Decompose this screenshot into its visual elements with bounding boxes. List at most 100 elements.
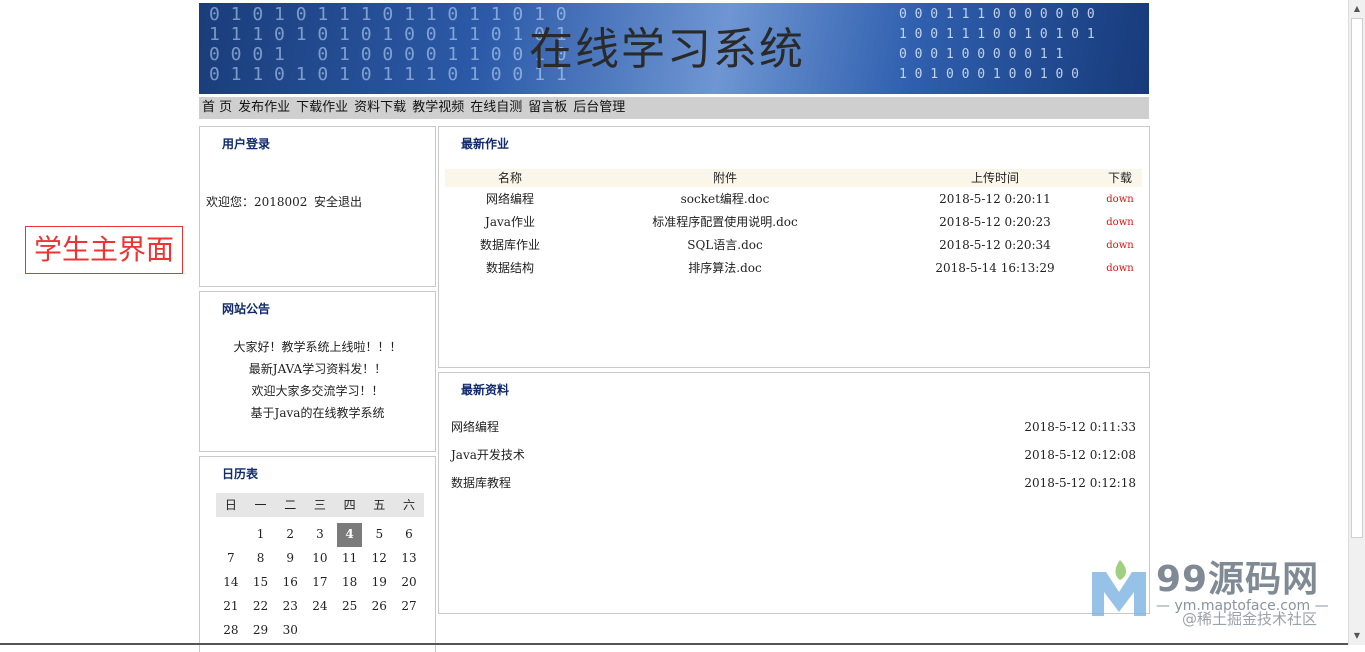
calendar-day[interactable]: 27 — [394, 595, 424, 619]
calendar-day[interactable]: 30 — [275, 619, 305, 643]
calendar-day[interactable]: 12 — [364, 547, 394, 571]
col-header-download: 下载 — [1107, 171, 1132, 185]
homework-name: 数据库作业 — [479, 238, 540, 252]
download-link[interactable]: down — [1085, 188, 1155, 211]
download-link[interactable]: down — [1085, 234, 1155, 257]
weekday-label: 日 — [224, 498, 237, 512]
homework-time: 2018-5-12 0:20:11 — [939, 192, 1051, 206]
homework-name: Java作业 — [485, 215, 535, 229]
calendar-day[interactable]: 19 — [364, 571, 394, 595]
homework-name: 数据结构 — [485, 261, 534, 275]
calendar-day[interactable]: 25 — [335, 595, 365, 619]
watermark-logo-icon — [1092, 560, 1146, 616]
logout-link[interactable]: 安全退出 — [314, 193, 362, 210]
calendar-day[interactable]: 8 — [246, 547, 276, 571]
download-link[interactable]: down — [1085, 257, 1155, 280]
calendar-day[interactable]: 3 — [305, 523, 335, 547]
scroll-up-icon[interactable]: ▲ — [1352, 4, 1362, 14]
calendar-panel: 日历表 日 一 二 三 四 五 六 1 2 3 4 5 6 7 8 9 10 11 12 13 14 15 1… — [199, 456, 436, 652]
resources-panel-title: 最新资料 — [461, 383, 510, 397]
calendar-day[interactable]: 23 — [275, 595, 305, 619]
site-title: 在线学习系统 — [529, 24, 805, 75]
calendar-day[interactable]: 14 — [216, 571, 246, 595]
calendar-grid: 1 2 3 4 5 6 7 8 9 10 11 12 13 14 15 16 17 18 19 20 21 22 23 24 2… — [216, 523, 424, 643]
calendar-day[interactable]: 11 — [335, 547, 365, 571]
resource-name[interactable]: Java开发技术 — [451, 441, 525, 469]
calendar-weekday-header: 日 一 二 三 四 五 六 — [216, 493, 424, 517]
nav-download-homework[interactable]: 下载作业 — [293, 97, 351, 119]
calendar-day[interactable]: 20 — [394, 571, 424, 595]
notice-item: 基于Java的在线教学系统 — [250, 406, 385, 420]
banner-binary-left: 0 1 0 1 0 1 1 1 0 1 1 0 1 1 0 1 0 1 1 1 … — [209, 4, 567, 85]
calendar-day[interactable]: 10 — [305, 547, 335, 571]
table-row: 数据结构 排序算法.doc 2018-5-14 16:13:29 down — [445, 257, 1142, 280]
calendar-day[interactable]: 2 — [275, 523, 305, 547]
homework-time: 2018-5-12 0:20:34 — [939, 238, 1051, 252]
welcome-text: 欢迎您：2018002 — [206, 195, 308, 209]
calendar-day[interactable]: 22 — [246, 595, 276, 619]
calendar-day[interactable]: 18 — [335, 571, 365, 595]
main-nav: 首 页 发布作业 下载作业 资料下载 教学视频 在线自测 留言板 后台管理 — [199, 97, 1149, 119]
resource-name[interactable]: 数据库教程 — [451, 469, 511, 497]
homework-time: 2018-5-12 0:20:23 — [939, 215, 1051, 229]
calendar-day[interactable]: 6 — [394, 523, 424, 547]
list-item[interactable]: 网络编程 2018-5-12 0:11:33 — [451, 413, 1136, 441]
homework-table-header: 名称 附件 上传时间 下载 — [445, 169, 1142, 187]
site-banner: 0 1 0 1 0 1 1 1 0 1 1 0 1 1 0 1 0 1 1 1 … — [199, 3, 1149, 94]
resource-time: 2018-5-12 0:12:08 — [1024, 448, 1136, 462]
calendar-day[interactable]: 16 — [275, 571, 305, 595]
calendar-day[interactable]: 29 — [246, 619, 276, 643]
calendar-day[interactable]: 5 — [364, 523, 394, 547]
notice-panel: 网站公告 大家好！教学系统上线啦！！！ 最新JAVA学习资料发！！ 欢迎大家多交… — [199, 291, 436, 452]
resource-time: 2018-5-12 0:12:18 — [1024, 476, 1136, 490]
calendar-day[interactable]: 9 — [275, 547, 305, 571]
homework-file: socket编程.doc — [680, 192, 770, 206]
watermark-credit: @稀土掘金技术社区 — [1182, 610, 1318, 628]
weekday-label: 二 — [284, 498, 297, 512]
list-item[interactable]: 数据库教程 2018-5-12 0:12:18 — [451, 469, 1136, 497]
calendar-day[interactable]: 26 — [364, 595, 394, 619]
calendar-day[interactable]: 1 — [246, 523, 276, 547]
calendar-day[interactable]: 15 — [246, 571, 276, 595]
notice-item: 大家好！教学系统上线啦！！！ — [233, 340, 402, 354]
homework-file: 排序算法.doc — [688, 261, 762, 275]
calendar-day[interactable]: 17 — [305, 571, 335, 595]
homework-panel-title: 最新作业 — [461, 137, 510, 151]
nav-resource-download[interactable]: 资料下载 — [351, 97, 409, 119]
calendar-panel-title: 日历表 — [222, 467, 259, 481]
login-panel-title: 用户登录 — [222, 137, 271, 151]
calendar-day[interactable]: 4 — [336, 523, 363, 547]
nav-home[interactable]: 首 页 — [199, 97, 235, 119]
calendar-day[interactable]: 7 — [216, 547, 246, 571]
calendar-day[interactable]: 24 — [305, 595, 335, 619]
calendar-day[interactable]: 13 — [394, 547, 424, 571]
col-header-upload-time: 上传时间 — [970, 171, 1019, 185]
scroll-thumb[interactable] — [1351, 18, 1363, 538]
calendar-day[interactable]: 28 — [216, 619, 246, 643]
table-row: 网络编程 socket编程.doc 2018-5-12 0:20:11 down — [445, 188, 1142, 211]
resource-time: 2018-5-12 0:11:33 — [1024, 420, 1136, 434]
nav-message-board[interactable]: 留言板 — [525, 97, 570, 119]
nav-publish-homework[interactable]: 发布作业 — [235, 97, 293, 119]
weekday-label: 一 — [254, 498, 267, 512]
weekday-label: 三 — [313, 498, 326, 512]
vertical-scrollbar[interactable]: ▲ ▼ — [1348, 0, 1365, 645]
nav-online-test[interactable]: 在线自测 — [467, 97, 525, 119]
calendar-day[interactable]: 21 — [216, 595, 246, 619]
weekday-label: 六 — [402, 498, 415, 512]
scroll-down-icon[interactable]: ▼ — [1352, 631, 1362, 641]
calendar-day — [216, 523, 246, 547]
download-link[interactable]: down — [1085, 211, 1155, 234]
banner-binary-right: 0 0 0 1 1 1 0 0 0 0 0 0 0 1 0 0 1 1 1 0 … — [899, 7, 1095, 82]
list-item[interactable]: Java开发技术 2018-5-12 0:12:08 — [451, 441, 1136, 469]
notice-item: 欢迎大家多交流学习！！ — [251, 384, 384, 398]
homework-file: SQL语言.doc — [687, 238, 763, 252]
resource-name[interactable]: 网络编程 — [451, 413, 499, 441]
nav-admin[interactable]: 后台管理 — [570, 97, 628, 119]
weekday-label: 四 — [343, 498, 356, 512]
notice-panel-title: 网站公告 — [222, 302, 271, 316]
watermark: 99源码网 — ym.maptoface.com — @稀土掘金技术社区 — [1090, 548, 1345, 638]
nav-teaching-video[interactable]: 教学视频 — [409, 97, 467, 119]
watermark-brand: 99源码网 — [1156, 559, 1320, 600]
notice-item: 最新JAVA学习资料发！！ — [248, 362, 387, 376]
